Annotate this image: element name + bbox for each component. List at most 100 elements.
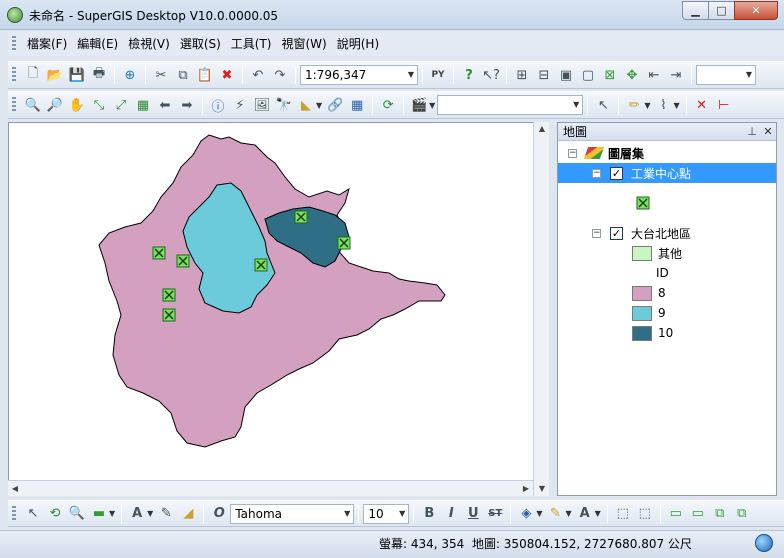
target-layer-combo[interactable]: ▼ <box>437 95 584 115</box>
industrial-point[interactable] <box>152 246 166 260</box>
horizontal-scrollbar[interactable]: ◀ ▶ <box>8 480 533 496</box>
link-icon[interactable]: 🔗 <box>325 95 345 115</box>
menu-view[interactable]: 檢視(V) <box>123 34 175 54</box>
select-elements-icon[interactable]: ↖ <box>23 504 43 524</box>
full-extent-icon[interactable]: ▦ <box>133 95 153 115</box>
font-combo[interactable]: Tahoma ▼ <box>230 503 355 524</box>
edit-tool-icon[interactable]: ↖ <box>593 95 613 115</box>
delete-vertex-icon[interactable]: ✕ <box>692 95 712 115</box>
toolbar-grip[interactable] <box>12 97 16 113</box>
page-zoom-out-icon[interactable]: ▢ <box>578 65 598 85</box>
italic-icon[interactable]: I <box>441 504 461 524</box>
forward-icon[interactable]: ➡ <box>177 95 197 115</box>
industrial-point[interactable] <box>337 236 351 250</box>
sketch-pencil-icon[interactable]: ✏ <box>624 95 644 115</box>
toc-layer-points[interactable]: − ✓ 工業中心點 <box>558 163 776 183</box>
copy-icon[interactable]: ⧉ <box>173 65 193 85</box>
python-icon[interactable]: PY <box>428 65 448 85</box>
new-document-icon[interactable]: 🗋 <box>23 65 43 85</box>
refresh-icon[interactable]: ⟳ <box>378 95 398 115</box>
label-icon[interactable]: ◢ <box>178 504 198 524</box>
zoom-to-selected-icon[interactable]: 🔍 <box>67 504 87 524</box>
layout-zoom-combo[interactable]: ▼ <box>696 65 756 85</box>
next-extent-icon[interactable]: ⇥ <box>666 65 686 85</box>
bring-forward-icon[interactable]: ⧉ <box>710 504 730 524</box>
full-extent-out-icon[interactable]: ⤢ <box>111 95 131 115</box>
attribute-table-icon[interactable]: ▦ <box>347 95 367 115</box>
undo-icon[interactable]: ↶ <box>248 65 268 85</box>
toolbar-grip[interactable] <box>12 36 16 52</box>
send-backward-icon[interactable]: ⧉ <box>732 504 752 524</box>
whats-this-icon[interactable]: ↖? <box>481 65 501 85</box>
edit-text-icon[interactable]: ✎ <box>156 504 176 524</box>
editor-icon[interactable]: 🎬 <box>409 95 429 115</box>
bold-icon[interactable]: B <box>419 504 439 524</box>
delete-icon[interactable]: ✖ <box>217 65 237 85</box>
center-icon[interactable]: ✥ <box>622 65 642 85</box>
bring-front-icon[interactable]: ▭ <box>666 504 686 524</box>
redo-icon[interactable]: ↷ <box>270 65 290 85</box>
print-icon[interactable]: 🖶 <box>89 65 109 85</box>
minimize-button[interactable]: ▁ <box>682 1 709 20</box>
scroll-up-icon[interactable]: ▲ <box>534 122 550 136</box>
hyperlink-icon[interactable]: ⚡ <box>230 95 250 115</box>
menu-edit[interactable]: 編輯(E) <box>72 34 123 54</box>
sketch-vertex-icon[interactable]: ⌇ <box>653 95 673 115</box>
cut-icon[interactable]: ✂ <box>151 65 171 85</box>
rotate-icon[interactable]: ⟲ <box>45 504 65 524</box>
zoom-in-icon[interactable]: 🔍 <box>23 95 43 115</box>
help-icon[interactable]: ? <box>459 65 479 85</box>
split-icon[interactable]: ⊢ <box>714 95 734 115</box>
map-region-8[interactable] <box>98 134 446 448</box>
map-canvas[interactable] <box>8 122 549 496</box>
open-folder-icon[interactable]: 📂 <box>45 65 65 85</box>
fixed-zoom-in-icon[interactable]: ⊞ <box>512 65 532 85</box>
vertical-scrollbar[interactable]: ▲ ▼ <box>533 122 549 496</box>
layer-checkbox-points[interactable]: ✓ <box>610 166 623 180</box>
toolbar-grip[interactable] <box>12 67 16 83</box>
pin-icon[interactable]: ⊥ <box>744 125 760 138</box>
identify-icon[interactable]: ⓘ <box>208 95 228 115</box>
measure-icon[interactable]: ◣ <box>296 95 316 115</box>
menu-help[interactable]: 說明(H) <box>332 34 384 54</box>
menu-select[interactable]: 選取(S) <box>175 34 226 54</box>
industrial-point[interactable] <box>254 258 268 272</box>
add-data-icon[interactable]: ⊕ <box>120 65 140 85</box>
picture-icon[interactable]: 🖼 <box>252 95 272 115</box>
paste-icon[interactable]: 📋 <box>195 65 215 85</box>
zoom-out-icon[interactable]: 🔎 <box>45 95 65 115</box>
previous-extent-icon[interactable]: ⇤ <box>644 65 664 85</box>
back-icon[interactable]: ⬅ <box>155 95 175 115</box>
toc-root[interactable]: − 圖層集 <box>568 143 644 163</box>
panel-close-icon[interactable]: ✕ <box>760 125 776 138</box>
industrial-point[interactable] <box>294 210 308 224</box>
menu-window[interactable]: 視窗(W) <box>277 34 332 54</box>
zoom-whole-page-icon[interactable]: ⊠ <box>600 65 620 85</box>
save-icon[interactable]: 💾 <box>67 65 87 85</box>
collapse-icon[interactable]: − <box>592 168 601 178</box>
industrial-point[interactable] <box>162 288 176 302</box>
collapse-icon[interactable]: − <box>592 228 601 238</box>
strikethrough-icon[interactable]: ST <box>485 504 505 524</box>
group-icon[interactable]: ⬚ <box>613 504 633 524</box>
menu-file[interactable]: 檔案(F) <box>22 34 72 54</box>
find-icon[interactable]: 🔭 <box>274 95 294 115</box>
send-back-icon[interactable]: ▭ <box>688 504 708 524</box>
full-extent-in-icon[interactable]: ⤡ <box>89 95 109 115</box>
fill-color-icon[interactable]: ◈ <box>516 504 536 524</box>
page-zoom-icon[interactable]: ▣ <box>556 65 576 85</box>
text-icon[interactable]: A <box>127 504 147 524</box>
line-color-icon[interactable]: ✎ <box>545 504 565 524</box>
ungroup-icon[interactable]: ⬚ <box>635 504 655 524</box>
industrial-point[interactable] <box>162 308 176 322</box>
scroll-down-icon[interactable]: ▼ <box>534 482 550 496</box>
collapse-icon[interactable]: − <box>568 148 577 158</box>
underline-icon[interactable]: U <box>463 504 483 524</box>
scroll-left-icon[interactable]: ◀ <box>8 481 22 497</box>
font-color-icon[interactable]: A <box>575 504 595 524</box>
industrial-point[interactable] <box>176 254 190 268</box>
toc-layer-regions[interactable]: − ✓ 大台北地區 <box>592 223 691 243</box>
pan-hand-icon[interactable]: ✋ <box>67 95 87 115</box>
fixed-zoom-out-icon[interactable]: ⊟ <box>534 65 554 85</box>
rectangle-icon[interactable]: ▬ <box>89 504 109 524</box>
